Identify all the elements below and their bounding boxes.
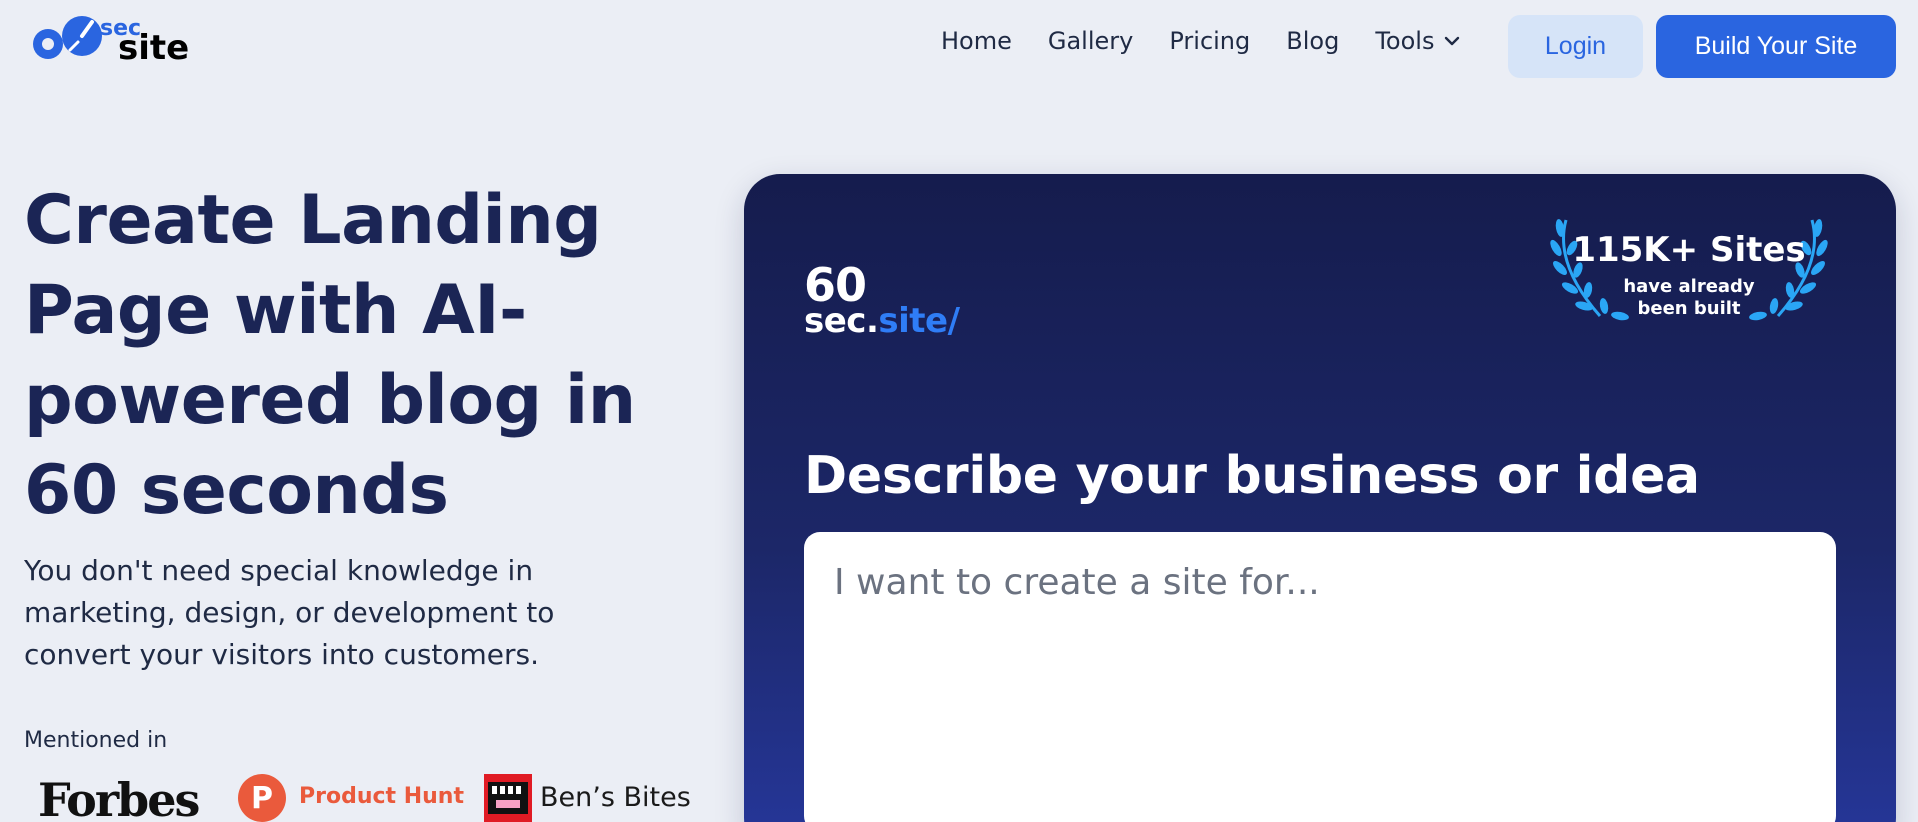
badge-subtitle: have already been built <box>1544 276 1834 320</box>
card-logo-sec: sec. <box>804 301 879 342</box>
site-logo[interactable]: sec site <box>26 14 196 68</box>
mentioned-in-label: Mentioned in <box>24 728 168 753</box>
nav-pricing[interactable]: Pricing <box>1169 22 1250 60</box>
badge-subtitle-line1: have already <box>1623 276 1755 297</box>
main-nav: Home Gallery Pricing Blog Tools <box>941 22 1460 60</box>
card-logo-domain: sec.site/ <box>804 304 960 338</box>
describe-business-heading: Describe your business or idea <box>804 446 1700 506</box>
build-your-site-button[interactable]: Build Your Site <box>1656 15 1896 78</box>
nav-blog-label: Blog <box>1286 27 1340 55</box>
nav-home-label: Home <box>941 27 1012 55</box>
card-logo-number: 60 <box>804 258 867 312</box>
nav-home[interactable]: Home <box>941 22 1012 60</box>
sites-built-badge: 115K+ Sites have already been built <box>1544 214 1834 334</box>
nav-tools-label: Tools <box>1375 27 1435 55</box>
site-builder-card: 60 sec.site/ 115K+ Sites have already be… <box>744 174 1896 822</box>
card-logo: 60 sec.site/ <box>804 258 960 338</box>
press-logos: Forbes P Product Hunt Ben’s Bites <box>24 770 704 822</box>
product-hunt-logo: Product Hunt <box>299 784 464 809</box>
nav-tools-dropdown[interactable]: Tools <box>1375 22 1460 60</box>
badge-subtitle-line2: been built <box>1637 298 1741 319</box>
nav-blog[interactable]: Blog <box>1286 22 1339 60</box>
bens-bites-logo: Ben’s Bites <box>540 782 691 813</box>
hero-title: Create Landing Page with AI-powered blog… <box>24 181 636 530</box>
bens-bites-icon <box>484 774 532 822</box>
chevron-down-icon <box>1444 36 1460 46</box>
badge-title: 115K+ Sites <box>1572 230 1806 270</box>
nav-pricing-label: Pricing <box>1169 27 1251 55</box>
business-idea-input[interactable] <box>804 532 1836 822</box>
card-logo-site: site/ <box>878 301 960 342</box>
hero-subtitle: You don't need special knowledge in mark… <box>24 554 555 671</box>
logo-word: site <box>118 28 190 68</box>
forbes-logo: Forbes <box>38 773 200 822</box>
nav-gallery[interactable]: Gallery <box>1048 22 1133 60</box>
product-hunt-icon: P <box>238 774 286 822</box>
login-button[interactable]: Login <box>1508 15 1643 78</box>
nav-gallery-label: Gallery <box>1047 27 1134 55</box>
